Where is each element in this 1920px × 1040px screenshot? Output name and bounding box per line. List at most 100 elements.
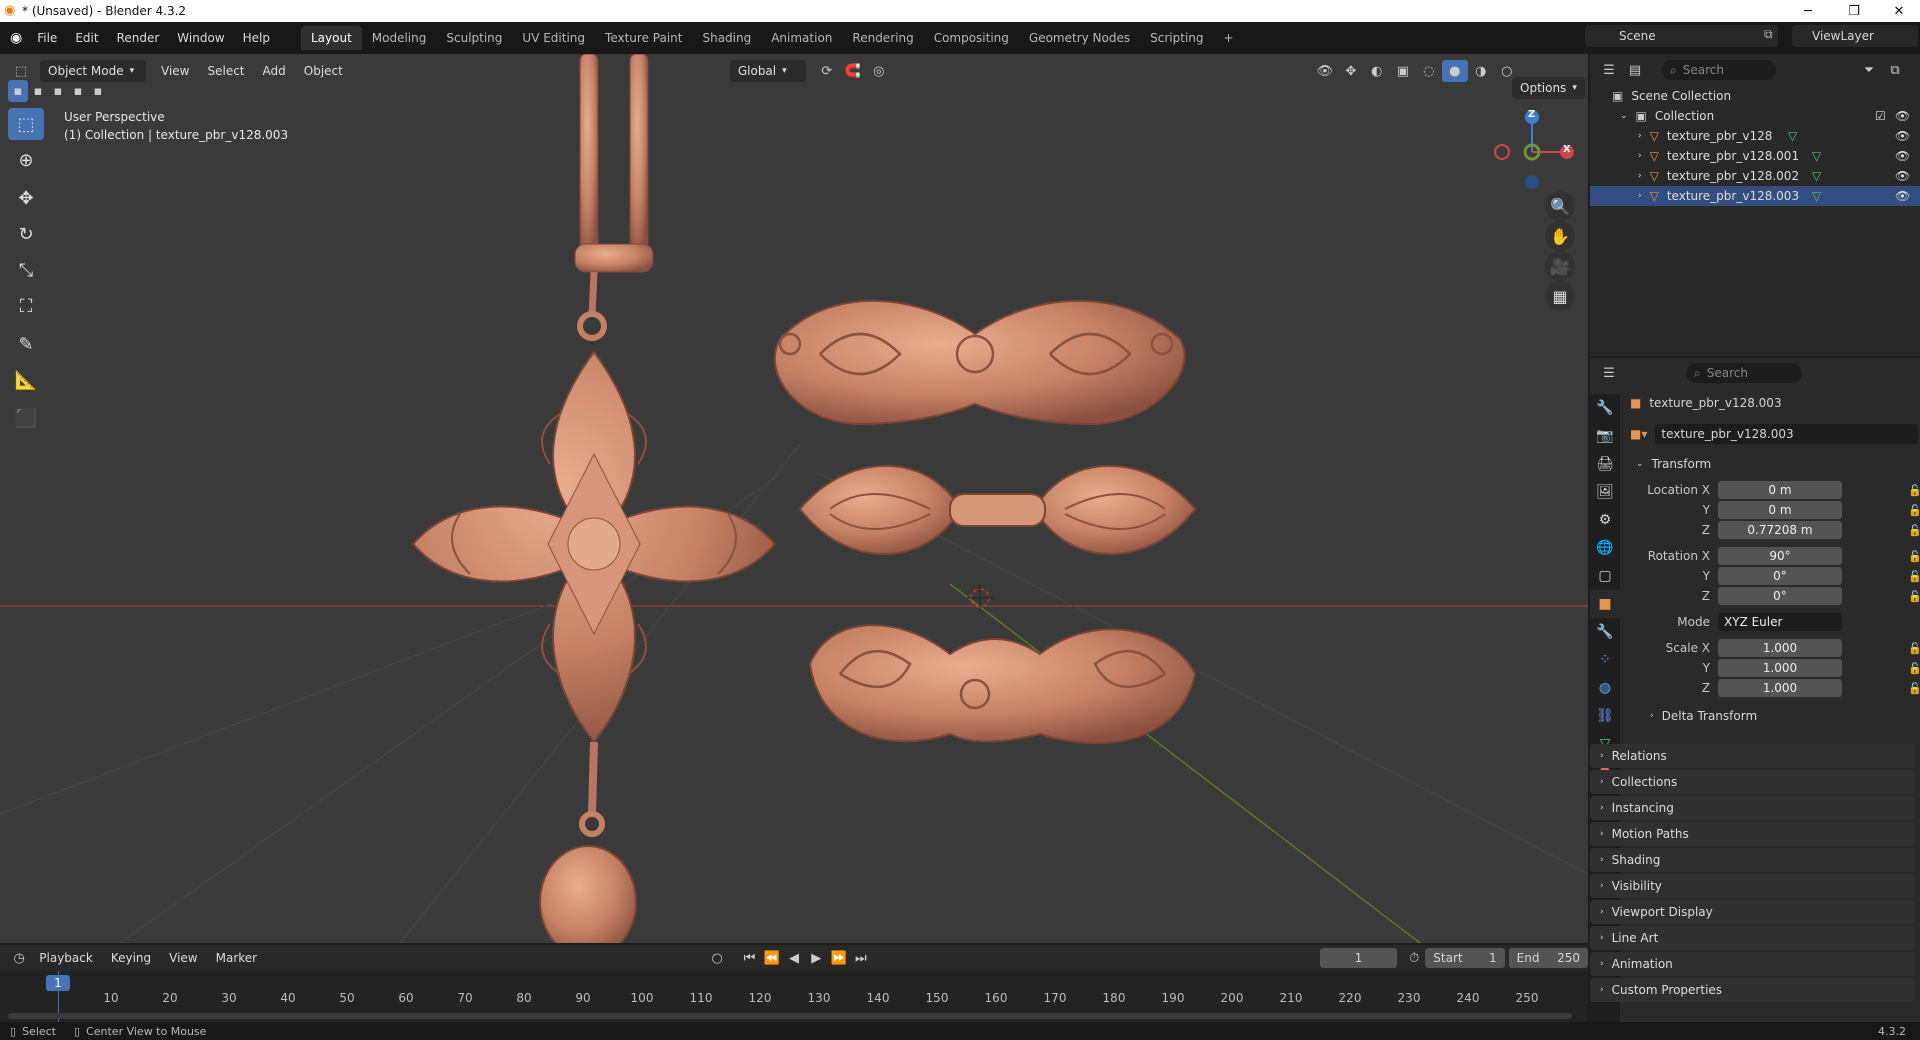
new-scene-icon[interactable]: ⧉ (1764, 27, 1773, 42)
lock-icon[interactable]: 🔓 (1908, 642, 1920, 655)
pan-hand-icon[interactable]: ✋ (1545, 221, 1575, 251)
play-icon[interactable]: ▶ (805, 947, 827, 969)
gizmo-neg-x-axis[interactable] (1494, 144, 1510, 160)
timeline-editor-icon[interactable]: ◷ (8, 947, 30, 969)
tool-settings-icon[interactable]: 🔧 (1590, 394, 1620, 422)
lock-icon[interactable]: 🔓 (1908, 550, 1920, 563)
panel-instancing[interactable]: › Instancing (1590, 796, 1914, 820)
outliner-object-row[interactable]: › ▽ texture_pbr_v128.001 ▽ 👁 (1590, 146, 1920, 166)
eye-icon[interactable]: 👁 (1895, 149, 1910, 163)
timeline-menu-marker[interactable]: Marker (207, 947, 266, 969)
tab-animation[interactable]: Animation (761, 26, 842, 50)
tab-geometry-nodes[interactable]: Geometry Nodes (1019, 26, 1140, 50)
move-tool-icon[interactable]: ✥ (8, 182, 44, 214)
select-box-tool-icon[interactable]: ⬚ (8, 108, 44, 140)
viewport-menu-select[interactable]: Select (198, 60, 253, 82)
timeline-ruler[interactable]: 1 10 20 30 40 50 60 70 80 90 100 110 120… (0, 971, 1588, 1023)
rotation-y-field[interactable]: 0° (1718, 567, 1842, 585)
panel-relations[interactable]: › Relations (1590, 744, 1914, 768)
particles-icon[interactable]: ⁘ (1590, 646, 1620, 674)
viewlayer-selector[interactable]: ViewLayer (1792, 25, 1918, 47)
end-frame-field[interactable]: End 250 (1508, 948, 1588, 968)
cursor-tool-icon[interactable]: ⊕ (8, 144, 44, 176)
orientation-dropdown[interactable]: Global ▾ (729, 60, 806, 82)
start-frame-field[interactable]: Start 1 (1425, 948, 1505, 968)
overlay-toggle-icon[interactable]: ◐ (1364, 60, 1390, 82)
3d-cursor[interactable] (966, 584, 994, 612)
outliner-object-row[interactable]: › ▽ texture_pbr_v128 ▽ 👁 (1590, 126, 1920, 146)
outliner-object-row[interactable]: › ▽ texture_pbr_v128.002 ▽ 👁 (1590, 166, 1920, 186)
tab-shading[interactable]: Shading (692, 26, 761, 50)
scene-icon[interactable]: ⚙ (1590, 506, 1620, 534)
eye-icon[interactable]: 👁 (1895, 109, 1910, 123)
lock-icon[interactable]: 🔓 (1908, 590, 1920, 603)
outliner-collection[interactable]: ⌄ ▣ Collection ☑ 👁 (1590, 106, 1920, 126)
object-name-field[interactable]: texture_pbr_v128.003 (1655, 424, 1918, 444)
camera-view-icon[interactable]: 🎥 (1545, 251, 1575, 281)
delta-transform-header[interactable]: › Delta Transform (1628, 704, 1918, 728)
pivot-icon[interactable]: ⟳ (814, 60, 840, 82)
rotate-tool-icon[interactable]: ↻ (8, 218, 44, 250)
render-icon[interactable]: 📷 (1590, 422, 1620, 450)
display-mode-icon[interactable]: ▤ (1622, 59, 1648, 81)
lock-icon[interactable]: 🔓 (1908, 524, 1920, 537)
scale-tool-icon[interactable]: ⤡ (8, 254, 44, 286)
scale-y-field[interactable]: 1.000 (1718, 659, 1842, 677)
properties-search-field[interactable]: ⌕ Search (1686, 363, 1802, 383)
collection-icon[interactable]: ▢ (1590, 562, 1620, 590)
properties-editor-icon[interactable]: ☰ (1596, 362, 1622, 384)
3d-viewport[interactable]: Z X (0, 54, 1588, 943)
select-subtract-icon[interactable]: ▪ (48, 80, 68, 102)
mesh-data-icon[interactable]: ▽ (1812, 149, 1821, 163)
select-extend-icon[interactable]: ▪ (28, 80, 48, 102)
lock-icon[interactable]: 🔓 (1908, 504, 1920, 517)
object-properties-icon[interactable]: ■ (1590, 590, 1620, 618)
tab-scripting[interactable]: Scripting (1140, 26, 1213, 50)
location-y-field[interactable]: 0 m (1718, 501, 1842, 519)
add-cube-tool-icon[interactable]: ⬛ (8, 402, 44, 434)
eye-icon[interactable]: 👁 (1895, 169, 1910, 183)
viewport-canvas[interactable] (0, 54, 1588, 943)
cross-pendant-model[interactable] (411, 350, 777, 943)
output-icon[interactable]: 🖨 (1590, 450, 1620, 478)
shading-solid-icon[interactable]: ● (1441, 60, 1468, 82)
clasp-model-top[interactable] (773, 299, 1186, 426)
outliner-editor-icon[interactable]: ☰ (1596, 59, 1622, 81)
options-dropdown[interactable]: Options ▾ (1512, 77, 1585, 99)
panel-line-art[interactable]: › Line Art (1590, 926, 1914, 950)
filter-icon[interactable]: ⏷ (1856, 59, 1882, 81)
checkbox-icon[interactable]: ☑ (1875, 109, 1886, 123)
pendant-chain-model[interactable] (574, 54, 654, 341)
mesh-data-icon[interactable]: ▽ (1812, 189, 1821, 203)
tab-texture-paint[interactable]: Texture Paint (595, 26, 692, 50)
blender-menu-icon[interactable]: ◉ (10, 30, 22, 46)
panel-custom-properties[interactable]: › Custom Properties (1590, 978, 1914, 1002)
tab-modeling[interactable]: Modeling (362, 26, 437, 50)
visibility-icon[interactable]: 👁 (1312, 60, 1338, 82)
editor-type-icon[interactable]: ⬚ (8, 60, 34, 82)
proportional-edit-icon[interactable]: ◎ (866, 60, 892, 82)
timeline-scrollbar[interactable] (8, 1013, 1572, 1019)
viewport-menu-object[interactable]: Object (295, 60, 352, 82)
rotation-z-field[interactable]: 0° (1718, 587, 1842, 605)
panel-viewport-display[interactable]: › Viewport Display (1590, 900, 1914, 924)
measure-tool-icon[interactable]: 📐 (8, 364, 44, 396)
menu-file[interactable]: File (28, 27, 66, 49)
jump-end-icon[interactable]: ⏭ (850, 947, 872, 969)
scale-x-field[interactable]: 1.000 (1718, 639, 1842, 657)
gizmo-toggle-icon[interactable]: ✥ (1338, 60, 1364, 82)
select-invert-icon[interactable]: ▪ (68, 80, 88, 102)
modifier-icon[interactable]: 🔧 (1590, 618, 1620, 646)
menu-render[interactable]: Render (108, 27, 169, 49)
shading-material-icon[interactable]: ◑ (1468, 60, 1494, 82)
playhead-frame-badge[interactable]: 1 (46, 975, 70, 991)
auto-keying-icon[interactable]: ○ (706, 947, 728, 969)
viewport-menu-view[interactable]: View (152, 60, 198, 82)
tab-rendering[interactable]: Rendering (842, 26, 923, 50)
panel-visibility[interactable]: › Visibility (1590, 874, 1914, 898)
stopwatch-icon[interactable]: ⏱ (1403, 947, 1425, 969)
panel-collections[interactable]: › Collections (1590, 770, 1914, 794)
add-workspace-button[interactable]: + (1214, 26, 1244, 50)
scale-z-field[interactable]: 1.000 (1718, 679, 1842, 697)
tab-uv-editing[interactable]: UV Editing (512, 26, 595, 50)
